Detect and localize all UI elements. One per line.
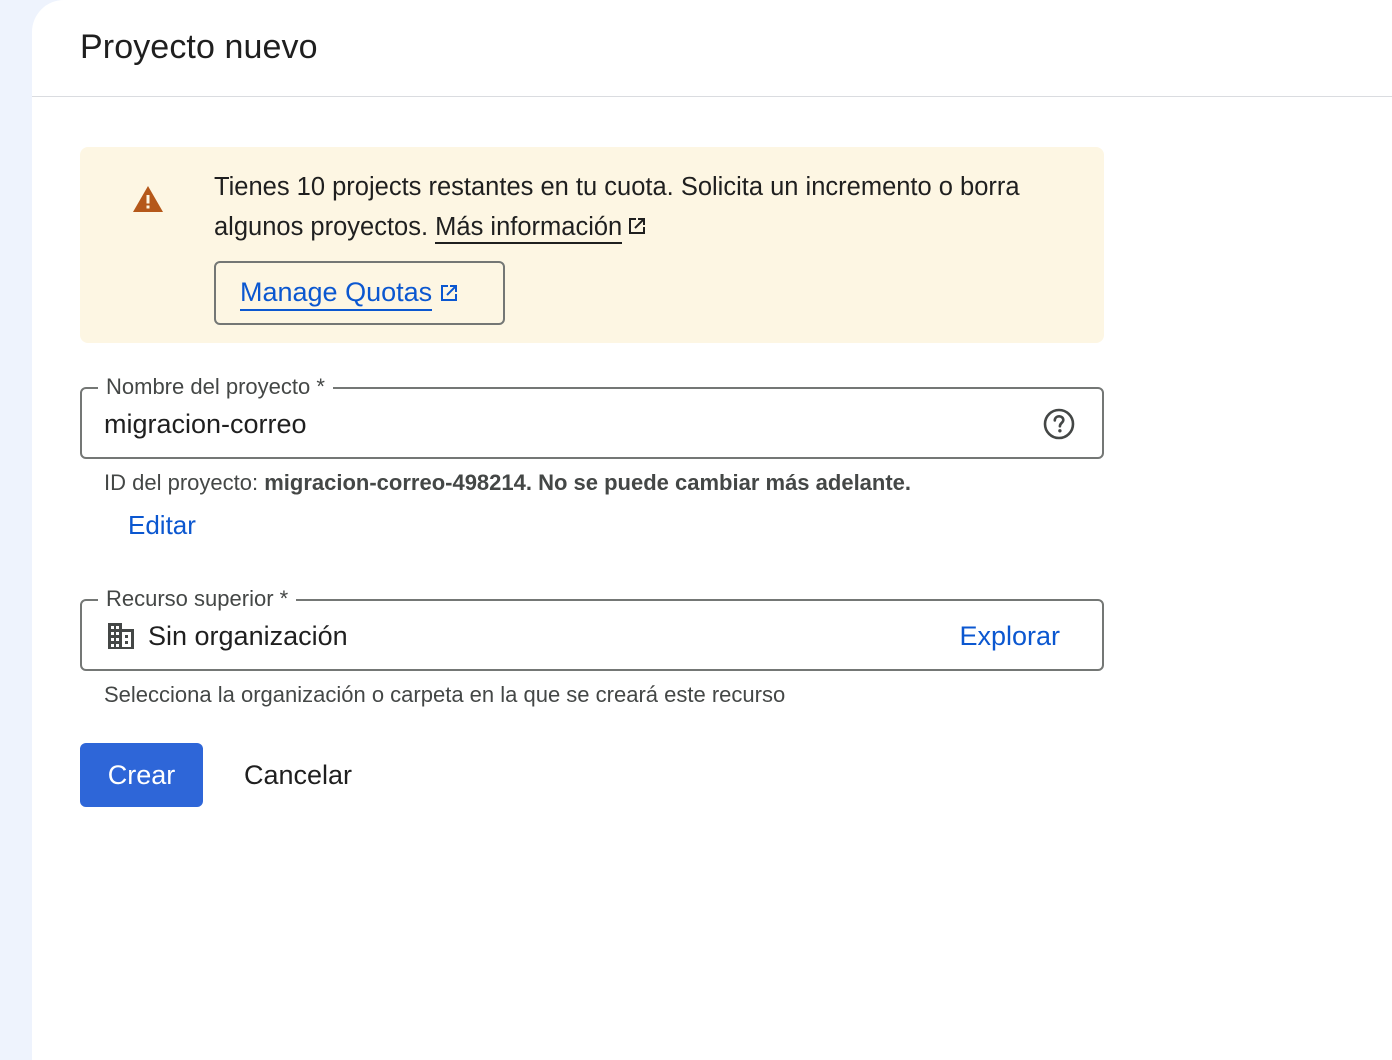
help-icon[interactable] (1042, 407, 1076, 441)
manage-quotas-button[interactable]: Manage Quotas (214, 261, 505, 325)
warning-icon (133, 186, 163, 212)
banner-message: Tienes 10 projects restantes en tu cuota… (214, 167, 1084, 247)
project-name-input[interactable] (104, 407, 1004, 441)
parent-resource-label: Recurso superior * (98, 585, 297, 613)
more-info-link[interactable]: Más información (435, 213, 623, 244)
create-button[interactable]: Crear (80, 743, 203, 807)
manage-quotas-label: Manage Quotas (240, 275, 433, 311)
page-title: Proyecto nuevo (80, 28, 318, 66)
external-link-icon (629, 218, 646, 234)
project-name-label: Nombre del proyecto * (98, 373, 333, 401)
project-id-prefix: ID del proyecto: (104, 470, 259, 495)
project-id-hint: ID del proyecto: migracion-correo-498214… (104, 470, 911, 496)
cancel-button[interactable]: Cancelar (222, 743, 374, 807)
external-link-icon (441, 285, 458, 301)
parent-resource-field[interactable]: Recurso superior * Sin organización Expl… (80, 585, 1104, 671)
project-id-value: migracion-correo-498214. No se puede cam… (264, 470, 912, 495)
header: Proyecto nuevo (32, 0, 1392, 97)
project-name-field[interactable]: Nombre del proyecto * (80, 373, 1104, 459)
parent-resource-hint: Selecciona la organización o carpeta en … (104, 682, 786, 707)
new-project-panel: Proyecto nuevo Tienes 10 projects restan… (32, 0, 1392, 1060)
parent-resource-value: Sin organización (148, 621, 348, 651)
browse-button[interactable]: Explorar (959, 619, 1060, 653)
edit-project-id-link[interactable]: Editar (128, 510, 196, 541)
building-icon (108, 623, 134, 649)
quota-warning-banner: Tienes 10 projects restantes en tu cuota… (80, 147, 1104, 343)
